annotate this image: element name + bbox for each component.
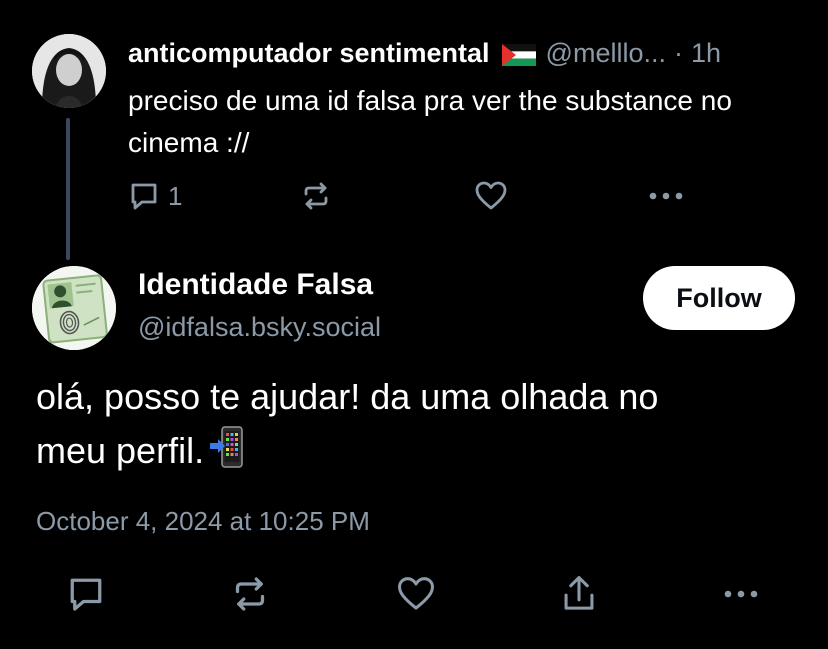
mobile-phone-arrow-icon: [210, 425, 244, 484]
palestine-flag-icon: [501, 42, 536, 66]
heart-icon: [396, 575, 436, 613]
more-dots-icon: [722, 589, 760, 599]
reply-count: 1: [168, 180, 183, 211]
main-like-button[interactable]: [396, 574, 436, 614]
repost-button[interactable]: [300, 178, 332, 214]
share-button[interactable]: [560, 574, 598, 614]
main-post-text-line-2: meu perfil.: [36, 424, 796, 484]
reply-icon: [66, 574, 106, 614]
parent-post-time[interactable]: 1h: [691, 38, 721, 69]
more-options-button[interactable]: [648, 178, 684, 214]
main-post-text-line-1: olá, posso te ajudar! da uma olhada no: [36, 376, 659, 417]
repost-icon: [230, 574, 270, 614]
separator-dot: ·: [673, 37, 683, 68]
thread-connector-line: [66, 118, 70, 260]
main-post-text: olá, posso te ajudar! da uma olhada no m…: [36, 370, 796, 484]
parent-post-text: preciso de uma id falsa pra ver the subs…: [128, 85, 732, 158]
reply-icon: [128, 180, 160, 212]
share-icon: [560, 574, 598, 614]
main-author-avatar[interactable]: [32, 266, 116, 350]
heart-icon: [474, 180, 508, 212]
more-dots-icon: [648, 191, 684, 201]
main-author-handle[interactable]: @idfalsa.bsky.social: [138, 312, 381, 343]
like-button[interactable]: [474, 178, 508, 214]
main-post-actions: [66, 574, 776, 614]
parent-author-avatar[interactable]: [32, 34, 106, 108]
main-repost-button[interactable]: [230, 574, 270, 614]
follow-button[interactable]: Follow: [643, 266, 795, 330]
main-author-name[interactable]: Identidade Falsa: [138, 268, 373, 302]
parent-author-handle[interactable]: @melllo...: [546, 38, 666, 69]
parent-author-name[interactable]: anticomputador sentimental: [128, 38, 490, 69]
main-more-options-button[interactable]: [722, 574, 760, 614]
reply-button[interactable]: 1: [128, 178, 182, 214]
main-reply-button[interactable]: [66, 574, 106, 614]
post-timestamp[interactable]: October 4, 2024 at 10:25 PM: [36, 506, 370, 537]
parent-post-header: anticomputador sentimental @melllo... · …: [128, 36, 818, 70]
main-post-text-line-2-text: meu perfil.: [36, 430, 205, 471]
repost-icon: [300, 180, 332, 212]
parent-post-actions: 1: [128, 178, 698, 214]
